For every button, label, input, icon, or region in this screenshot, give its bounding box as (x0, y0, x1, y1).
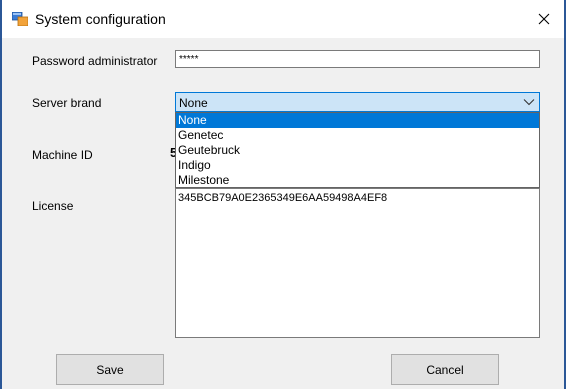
system-configuration-window: System configuration Password administra… (0, 0, 566, 389)
cancel-button[interactable]: Cancel (391, 354, 499, 385)
password-input[interactable] (175, 50, 540, 68)
close-button[interactable] (524, 0, 564, 38)
dropdown-option[interactable]: Geutebruck (176, 143, 539, 158)
license-label: License (32, 199, 74, 213)
title-bar[interactable]: System configuration (2, 0, 564, 38)
app-window-icon (12, 12, 28, 26)
chevron-down-icon (523, 99, 535, 106)
license-textarea[interactable]: 345BCB79A0E2365349E6AA59498A4EF8 (175, 188, 540, 338)
close-icon (538, 13, 550, 25)
dropdown-option[interactable]: Milestone (176, 173, 539, 188)
server-brand-label: Server brand (32, 96, 102, 110)
machine-id-label: Machine ID (32, 148, 93, 162)
server-brand-dropdown-list: None Genetec Geutebruck Indigo Milestone (175, 112, 540, 188)
license-value: 345BCB79A0E2365349E6AA59498A4EF8 (178, 192, 388, 204)
save-button[interactable]: Save (56, 354, 164, 385)
password-label: Password administrator (32, 54, 158, 68)
dropdown-option[interactable]: None (176, 113, 539, 128)
server-brand-selected-value: None (179, 96, 208, 110)
dropdown-option[interactable]: Indigo (176, 158, 539, 173)
dropdown-option[interactable]: Genetec (176, 128, 539, 143)
window-title: System configuration (35, 11, 166, 27)
server-brand-select[interactable]: None (175, 92, 540, 112)
